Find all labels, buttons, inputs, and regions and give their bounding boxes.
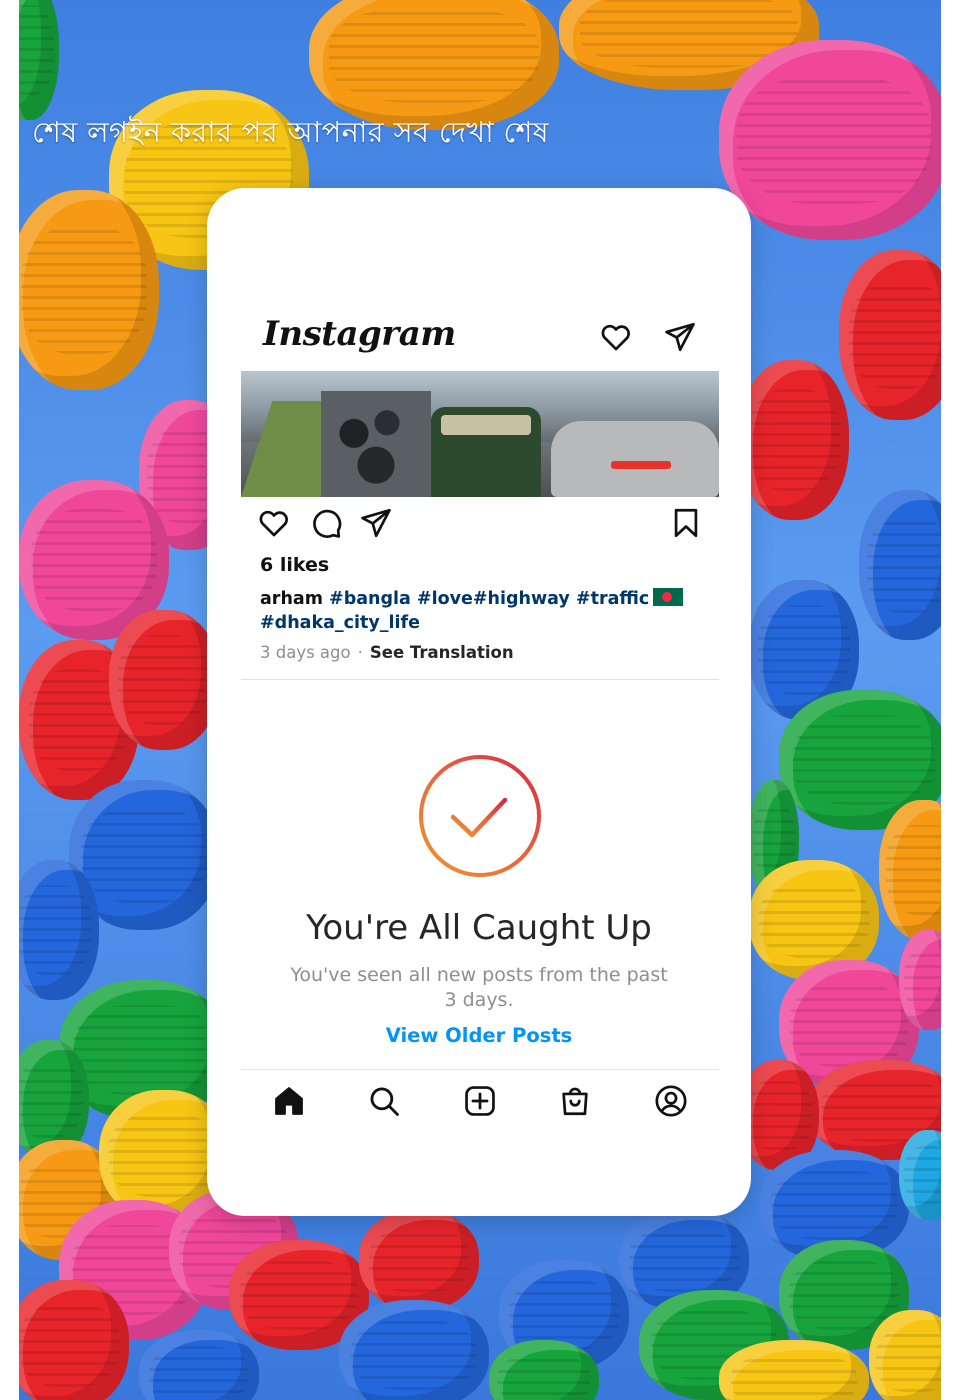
comment-icon[interactable] <box>309 506 343 540</box>
lantern <box>839 250 941 420</box>
caption-hashtag-line2[interactable]: #dhaka_city_life <box>260 613 420 633</box>
lantern <box>19 1280 129 1400</box>
lantern <box>869 1310 941 1400</box>
caption-hashtags[interactable]: #bangla #love#highway #traffic <box>329 589 649 609</box>
instagram-header: Instagram <box>207 308 751 368</box>
heart-icon[interactable] <box>599 320 633 354</box>
lantern <box>19 860 99 1000</box>
lantern <box>719 1340 869 1400</box>
send-icon[interactable] <box>663 320 697 354</box>
post-image-traffic[interactable] <box>241 371 719 497</box>
bottom-tab-bar <box>207 1084 751 1124</box>
lantern <box>899 1130 941 1220</box>
lantern <box>489 1340 599 1400</box>
image-cng-rickshaw <box>431 407 541 497</box>
view-older-posts-link[interactable]: View Older Posts <box>207 1024 751 1047</box>
lantern <box>879 800 941 940</box>
home-icon[interactable] <box>272 1084 306 1118</box>
bengali-overlay-title: শেষ লগইন করার পর আপনার সব দেখা শেষ <box>32 115 549 149</box>
lantern <box>109 610 219 750</box>
post-meta: 3 days ago · See Translation <box>260 643 514 662</box>
see-translation-link[interactable]: See Translation <box>370 643 514 662</box>
post-time: 3 days ago <box>260 643 351 662</box>
lantern <box>339 1300 489 1400</box>
caught-up-check-icon <box>417 753 543 879</box>
image-car <box>551 421 719 497</box>
post-actions <box>207 506 751 546</box>
instagram-logo[interactable]: Instagram <box>263 314 456 354</box>
lantern <box>899 930 941 1030</box>
lantern <box>719 40 941 240</box>
phone-mockup: Instagram 6 likes arham #bangla #love#hi… <box>207 188 751 1216</box>
bookmark-icon[interactable] <box>669 506 703 540</box>
caption-username[interactable]: arham <box>260 589 323 609</box>
lantern <box>859 490 941 640</box>
lantern <box>19 190 159 390</box>
search-icon[interactable] <box>367 1084 401 1118</box>
post-caption: arham #bangla #love#highway #traffic #dh… <box>260 587 690 635</box>
shop-icon[interactable] <box>558 1084 592 1118</box>
image-motorbikes <box>321 391 431 497</box>
divider <box>241 1069 719 1070</box>
lantern <box>739 360 849 520</box>
likes-count[interactable]: 6 likes <box>260 554 329 576</box>
lantern <box>139 1330 259 1400</box>
caught-up-subtitle: You've seen all new posts from the past … <box>290 964 668 1011</box>
send-icon[interactable] <box>359 506 393 540</box>
caught-up-title: You're All Caught Up <box>306 908 652 948</box>
add-post-icon[interactable] <box>463 1084 497 1118</box>
divider <box>241 679 719 680</box>
heart-icon[interactable] <box>257 506 291 540</box>
bangladesh-flag-icon <box>653 588 684 606</box>
profile-icon[interactable] <box>654 1084 688 1118</box>
meta-separator: · <box>357 643 363 662</box>
lantern <box>359 1210 479 1310</box>
lantern <box>19 0 59 120</box>
